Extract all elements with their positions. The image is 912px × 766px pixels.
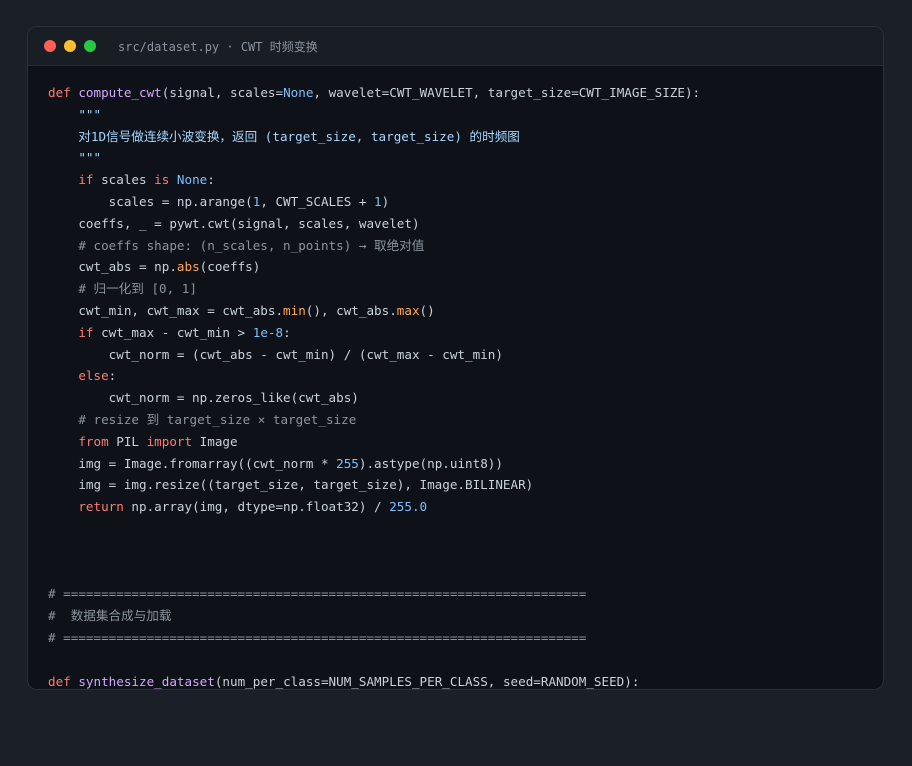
code-line: def synthesize_dataset(num_per_class=NUM… xyxy=(48,671,863,689)
code-token: (signal, scales= xyxy=(161,85,284,100)
code-token: PIL xyxy=(116,433,147,449)
code-token: cwt_min, cwt_max = cwt_abs. xyxy=(48,302,284,318)
code-token: def xyxy=(48,673,79,689)
code-token: 1 xyxy=(374,193,382,209)
code-token: cwt_abs = np. xyxy=(48,259,177,275)
code-line: # resize 到 target_size × target_size xyxy=(48,409,863,431)
code-token: None xyxy=(283,85,314,100)
code-token: else xyxy=(48,368,109,384)
code-line: img = img.resize((target_size, target_si… xyxy=(48,474,863,496)
code-token: 1e-8 xyxy=(252,324,284,340)
code-line: img = Image.fromarray((cwt_norm * 255).a… xyxy=(48,453,863,475)
code-line: # 数据集合成与加载 xyxy=(48,605,863,627)
code-token: # ======================================… xyxy=(48,629,587,645)
code-line: # ======================================… xyxy=(48,627,863,649)
code-token: from xyxy=(48,433,117,449)
code-line: def compute_cwt(signal, scales=None, wav… xyxy=(48,82,863,104)
code-token: img = img.resize((target_size, target_si… xyxy=(48,477,534,493)
code-token: cwt_norm = (cwt_abs - cwt_min) / (cwt_ma… xyxy=(48,346,503,362)
code-token: , CWT_SCALES + xyxy=(260,193,375,209)
code-token: cwt_max - cwt_min > xyxy=(101,324,253,340)
code-token: # 归一化到 [0, 1] xyxy=(48,281,197,297)
code-token: """ xyxy=(48,106,102,122)
code-token: Image xyxy=(199,433,238,449)
code-token: if xyxy=(48,172,102,188)
code-line: cwt_norm = (cwt_abs - cwt_min) / (cwt_ma… xyxy=(48,344,863,366)
code-token: : xyxy=(108,368,117,384)
code-token: cwt_norm = np.zeros_like(cwt_abs) xyxy=(48,390,359,406)
code-line: cwt_min, cwt_max = cwt_abs.min(), cwt_ab… xyxy=(48,300,863,322)
maximize-dot-icon[interactable] xyxy=(84,40,96,52)
code-token: abs xyxy=(176,259,200,275)
code-line: cwt_abs = np.abs(coeffs) xyxy=(48,256,863,278)
code-token: None xyxy=(176,172,208,188)
code-line: scales = np.arange(1, CWT_SCALES + 1) xyxy=(48,191,863,213)
code-line: # ======================================… xyxy=(48,583,863,605)
code-token: # 数据集合成与加载 xyxy=(48,608,172,624)
code-line: if scales is None: xyxy=(48,169,863,191)
code-token: """ xyxy=(48,150,102,166)
code-token: ).astype(np.uint8)) xyxy=(358,455,503,471)
code-token: # resize 到 target_size × target_size xyxy=(48,411,357,427)
code-token: scales xyxy=(101,172,155,188)
code-token: 255 xyxy=(336,455,359,471)
code-token: def xyxy=(48,85,79,100)
code-window: src/dataset.py · CWT 时频变换 def compute_cw… xyxy=(27,26,884,690)
minimize-dot-icon[interactable] xyxy=(64,40,76,52)
close-dot-icon[interactable] xyxy=(44,40,56,52)
code-line: """ xyxy=(48,147,863,169)
code-token: 对1D信号做连续小波变换，返回 (target_size, target_siz… xyxy=(48,128,520,144)
code-token: np.array(img, dtype=np.float32) / xyxy=(131,499,390,515)
code-line: if cwt_max - cwt_min > 1e-8: xyxy=(48,322,863,344)
code-token: # coeffs shape: (n_scales, n_points) → 取… xyxy=(48,237,425,253)
code-line: 对1D信号做连续小波变换，返回 (target_size, target_siz… xyxy=(48,126,863,148)
code-token: import xyxy=(146,433,200,449)
code-line: cwt_norm = np.zeros_like(cwt_abs) xyxy=(48,387,863,409)
code-token: is xyxy=(154,172,177,188)
code-token: , wavelet=CWT_WAVELET, target_size=CWT_I… xyxy=(313,85,701,100)
code-line: # coeffs shape: (n_scales, n_points) → 取… xyxy=(48,235,863,257)
code-token: if xyxy=(48,324,102,340)
code-line: # 归一化到 [0, 1] xyxy=(48,278,863,300)
code-line: coeffs, _ = pywt.cwt(signal, scales, wav… xyxy=(48,213,863,235)
code-token: (num_per_class=NUM_SAMPLES_PER_CLASS, se… xyxy=(214,673,640,689)
code-token: min xyxy=(283,302,306,318)
code-token: synthesize_dataset xyxy=(78,673,215,689)
code-token: ) xyxy=(381,193,390,209)
code-token: (), cwt_abs. xyxy=(305,302,397,318)
code-token: # ======================================… xyxy=(48,586,587,602)
code-token: img = Image.fromarray((cwt_norm * xyxy=(48,455,337,471)
code-token: return xyxy=(48,499,132,515)
code-line: from PIL import Image xyxy=(48,431,863,453)
code-token: : xyxy=(207,172,215,188)
code-line: else: xyxy=(48,365,863,387)
code-token: : xyxy=(283,324,291,340)
code-token: () xyxy=(419,302,435,318)
code-token: coeffs, _ = pywt.cwt(signal, scales, wav… xyxy=(48,215,420,231)
code-token: 255.0 xyxy=(389,499,428,515)
code-token: (coeffs) xyxy=(199,259,261,275)
window-title: src/dataset.py · CWT 时频变换 xyxy=(118,39,318,54)
title-bar: src/dataset.py · CWT 时频变换 xyxy=(28,27,883,66)
code-block[interactable]: def compute_cwt(signal, scales=None, wav… xyxy=(48,82,863,689)
code-token: compute_cwt xyxy=(78,85,162,100)
code-line: return np.array(img, dtype=np.float32) /… xyxy=(48,496,863,518)
code-line: """ xyxy=(48,104,863,126)
code-token: max xyxy=(396,302,420,318)
code-token: scales = np.arange( xyxy=(48,193,253,209)
